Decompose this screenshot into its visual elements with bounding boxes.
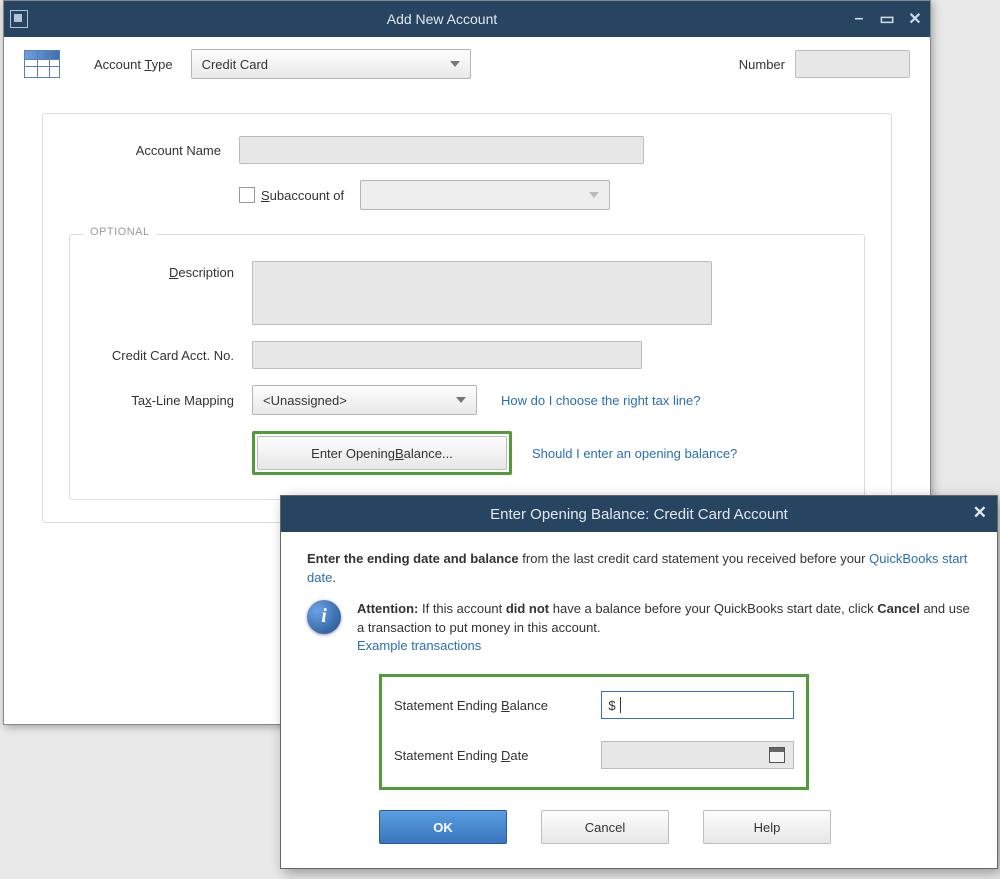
- minimize-icon[interactable]: –: [850, 10, 868, 28]
- account-name-label: Account Name: [69, 143, 239, 158]
- modal-title: Enter Opening Balance: Credit Card Accou…: [490, 506, 788, 523]
- stmt-balance-label: Statement Ending Balance: [394, 698, 601, 713]
- description-label: Description: [82, 261, 252, 280]
- modal-close-icon[interactable]: ✕: [973, 503, 987, 523]
- example-transactions-link[interactable]: Example transactions: [357, 638, 481, 653]
- tax-line-label: Tax-Line Mapping: [82, 393, 252, 408]
- opening-balance-highlight: Enter Opening Balance...: [252, 431, 512, 475]
- info-icon: i: [307, 600, 341, 634]
- cancel-button[interactable]: Cancel: [541, 810, 669, 844]
- chevron-down-icon: [456, 397, 466, 403]
- opening-balance-help-link[interactable]: Should I enter an opening balance?: [532, 446, 737, 461]
- window-menu-icon[interactable]: [10, 10, 28, 28]
- cc-acct-no-input[interactable]: [252, 341, 642, 369]
- stmt-date-label: Statement Ending Date: [394, 748, 601, 763]
- tax-line-select[interactable]: <Unassigned>: [252, 385, 477, 415]
- spreadsheet-icon: [24, 50, 60, 78]
- window-title: Add New Account: [34, 11, 850, 27]
- ok-button[interactable]: OK: [379, 810, 507, 844]
- stmt-date-input[interactable]: [601, 741, 794, 769]
- statement-highlight-box: Statement Ending Balance $ Statement End…: [379, 674, 809, 790]
- optional-legend: OPTIONAL: [84, 226, 156, 238]
- description-input[interactable]: [252, 261, 712, 325]
- help-button[interactable]: Help: [703, 810, 831, 844]
- modal-titlebar: Enter Opening Balance: Credit Card Accou…: [281, 496, 997, 532]
- number-label: Number: [739, 57, 785, 72]
- maximize-icon[interactable]: ▭: [878, 10, 896, 28]
- tax-help-link[interactable]: How do I choose the right tax line?: [501, 393, 700, 408]
- cc-acct-no-label: Credit Card Acct. No.: [82, 348, 252, 363]
- modal-instructions: Enter the ending date and balance from t…: [307, 550, 971, 588]
- subaccount-checkbox[interactable]: [239, 187, 255, 203]
- chevron-down-icon: [450, 61, 460, 67]
- account-type-value: Credit Card: [202, 57, 268, 72]
- enter-opening-balance-button[interactable]: Enter Opening Balance...: [257, 436, 507, 470]
- chevron-down-icon: [589, 192, 599, 198]
- close-icon[interactable]: ✕: [906, 10, 924, 28]
- account-name-input[interactable]: [239, 136, 644, 164]
- opening-balance-modal: Enter Opening Balance: Credit Card Accou…: [280, 495, 998, 869]
- calendar-icon[interactable]: [769, 747, 785, 763]
- account-type-label: Account Type: [94, 57, 173, 72]
- optional-group: OPTIONAL Description Credit Card Acct. N…: [69, 234, 865, 500]
- subaccount-select[interactable]: [360, 180, 610, 210]
- stmt-balance-input[interactable]: $: [601, 691, 794, 719]
- main-titlebar: Add New Account – ▭ ✕: [4, 1, 930, 37]
- account-type-select[interactable]: Credit Card: [191, 49, 471, 79]
- tax-line-value: <Unassigned>: [263, 393, 347, 408]
- number-input[interactable]: [795, 50, 910, 78]
- modal-attention-text: Attention: If this account did not have …: [357, 600, 971, 657]
- subaccount-label: Subaccount of: [261, 188, 344, 203]
